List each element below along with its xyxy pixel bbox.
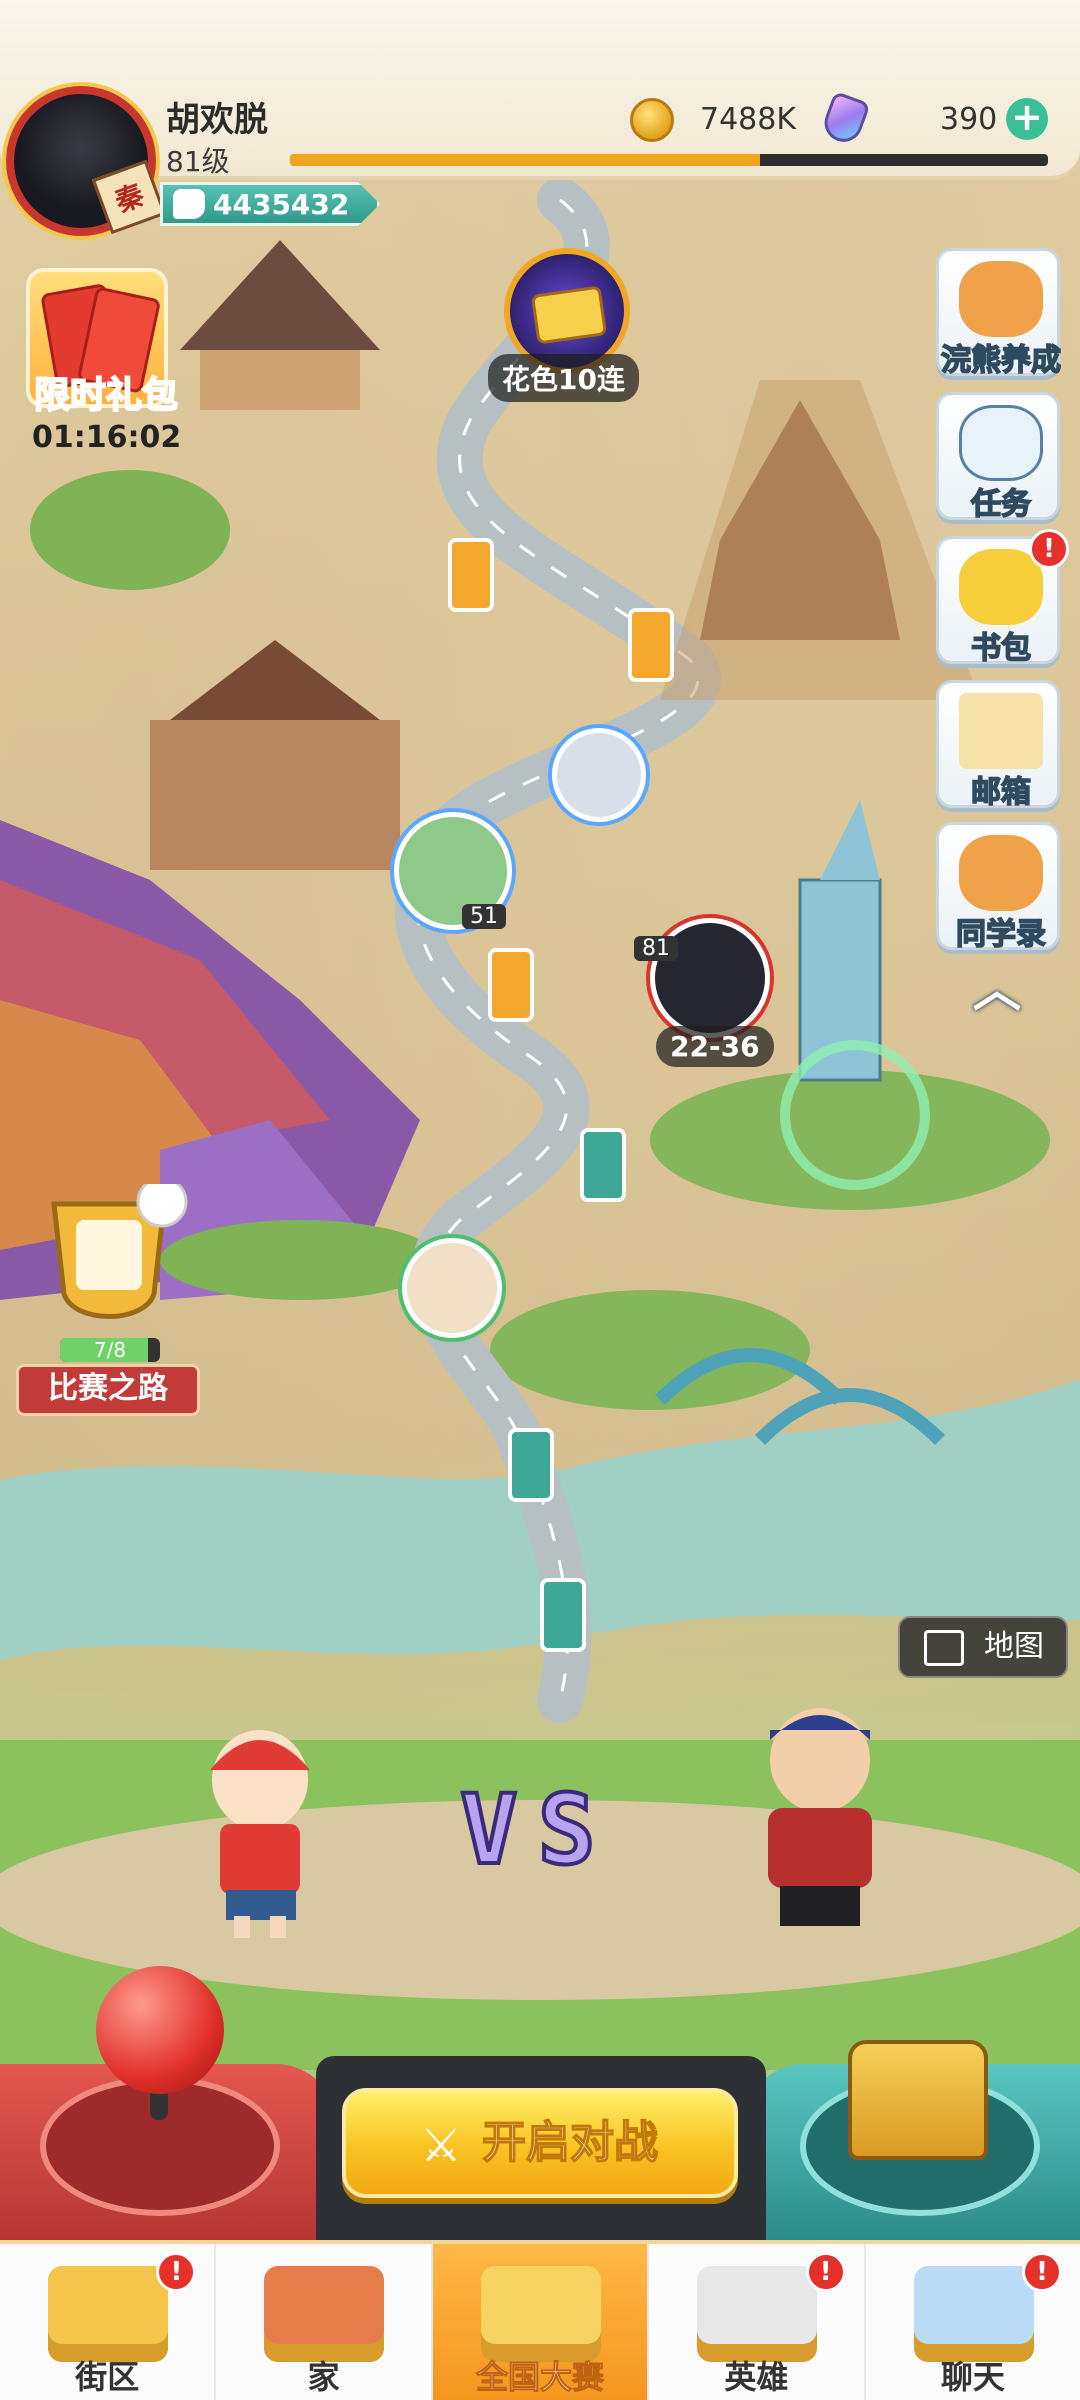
race-progress-bar: 7/8: [60, 1338, 160, 1362]
trophy-icon: [480, 2266, 601, 2362]
house-icon: [264, 2266, 385, 2362]
side-menu-raccoon[interactable]: 浣熊养成: [936, 248, 1062, 379]
nav-tab-label: 英雄: [724, 2358, 789, 2396]
alert-badge: !: [156, 2252, 197, 2292]
temple-body: [200, 350, 360, 410]
vs-label: VS: [458, 1772, 616, 1888]
nav-tab-street[interactable]: ! 街区: [0, 2244, 217, 2400]
side-menu-label: 书包: [970, 630, 1032, 667]
self-level-tag: 81: [634, 936, 678, 961]
side-menu-backpack[interactable]: 书包 !: [936, 529, 1069, 667]
joystick-icon[interactable]: [96, 1966, 224, 2094]
hero-cards-icon: [697, 2266, 818, 2362]
nav-tab-national-contest[interactable]: 全国大赛: [432, 2244, 650, 2400]
nav-tab-label: 家: [307, 2358, 340, 2396]
tree-cluster: [30, 470, 230, 590]
chat-icon: [913, 2266, 1034, 2362]
stage-marker: [508, 1428, 554, 1502]
power-value: 4435432: [213, 187, 350, 221]
treasure-chest-icon[interactable]: [848, 2040, 988, 2160]
card-pack-icon: [530, 285, 608, 345]
current-stage-label: 22-36: [656, 1026, 774, 1067]
coin-count: 7488K: [700, 102, 797, 137]
side-menu-classmates[interactable]: 同学录: [936, 822, 1060, 953]
signpost-icon: [48, 2266, 168, 2362]
fist-icon: [173, 189, 205, 219]
map-icon: [924, 1630, 964, 1666]
city-tower-top: [820, 800, 880, 880]
gift-pack-label[interactable]: 限时礼包: [26, 366, 186, 418]
stage-marker: [540, 1578, 586, 1652]
gem-count: 390: [940, 102, 998, 137]
xp-progress-fill: [290, 154, 760, 166]
side-menu-label: 同学录: [955, 916, 1047, 953]
stage-marker: [628, 608, 674, 682]
start-battle-label: 开启对战: [481, 2116, 659, 2169]
top-bar: [0, 0, 1080, 180]
side-menu-mail[interactable]: 邮箱: [936, 680, 1060, 811]
clipboard-icon: [959, 405, 1043, 481]
backpack-icon: [959, 549, 1043, 625]
player-level: 81级: [166, 145, 230, 178]
rival-character: [768, 1708, 872, 1926]
game-screen: 秦 胡欢脱 81级 4435432 7488K 390 + 限时礼包 01:16…: [0, 0, 1080, 2400]
add-gems-button[interactable]: +: [1006, 98, 1048, 140]
map-button[interactable]: 地图: [898, 1616, 1068, 1678]
nav-tab-home[interactable]: 家: [216, 2244, 433, 2400]
bottom-nav: ! 街区 家 全国大赛 ! 英雄 ! 聊天: [0, 2240, 1080, 2400]
alert-badge: !: [1029, 529, 1069, 569]
player-avatar[interactable]: 秦: [6, 86, 167, 236]
temple-roof: [180, 240, 380, 350]
nav-tab-chat[interactable]: ! 聊天: [866, 2244, 1080, 2400]
xp-progress-bar: [290, 154, 1048, 166]
rival-player-node[interactable]: [552, 728, 646, 822]
power-badge: 4435432: [160, 182, 380, 226]
player-name: 胡欢脱: [166, 100, 268, 140]
gift-pack-timer: 01:16:02: [32, 420, 182, 455]
classmates-icon: [959, 835, 1043, 911]
alert-badge: !: [1022, 2252, 1063, 2292]
race-trophy-icon[interactable]: [14, 1184, 204, 1354]
friend-player-node[interactable]: [402, 1238, 502, 1338]
fortress-wall: [150, 720, 400, 870]
race-progress-text: 7/8: [93, 1338, 127, 1362]
fortress-roof: [170, 640, 380, 720]
side-menu-label: 邮箱: [970, 774, 1032, 811]
race-road-button[interactable]: 比赛之路: [16, 1364, 200, 1416]
nav-tab-label: 街区: [75, 2358, 140, 2396]
stage-marker: [448, 538, 494, 612]
player-character: [210, 1730, 310, 1938]
side-menu-tasks[interactable]: 任务: [936, 392, 1060, 523]
raccoon-icon: [959, 261, 1043, 337]
side-menu-label: 任务: [970, 486, 1032, 523]
nav-tab-heroes[interactable]: ! 英雄: [649, 2244, 866, 2400]
ten-draw-label: 花色10连: [488, 354, 639, 402]
side-menu-label: 浣熊养成: [940, 342, 1062, 379]
mail-icon: [959, 693, 1043, 769]
coin-icon: [630, 98, 674, 142]
nav-tab-label: 聊天: [940, 2358, 1005, 2396]
crossed-swords-icon: ⚔: [420, 2118, 462, 2172]
start-battle-button[interactable]: ⚔ 开启对战: [342, 2088, 738, 2198]
rival-level-tag: 51: [462, 904, 506, 929]
stage-marker: [580, 1128, 626, 1202]
alert-badge: !: [805, 2252, 846, 2292]
map-button-label: 地图: [984, 1629, 1044, 1664]
collapse-menu-icon[interactable]: ︿: [962, 960, 1032, 1020]
nav-tab-label: 全国大赛: [475, 2358, 605, 2397]
stage-marker: [488, 948, 534, 1022]
